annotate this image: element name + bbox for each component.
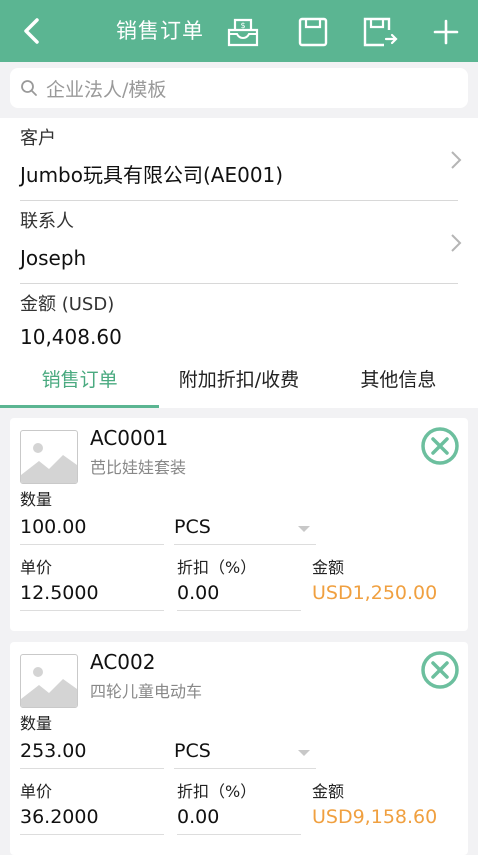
quantity-label: 数量 — [20, 490, 53, 509]
unit-price-label: 单价 — [20, 782, 53, 801]
product-name: 四轮儿童电动车 — [90, 682, 203, 701]
payment-button[interactable]: $ — [225, 14, 261, 50]
tab-extra-discount[interactable]: 附加折扣/收费 — [159, 356, 318, 408]
product-code: AC002 — [90, 650, 156, 674]
quantity-input[interactable]: 100.00 — [20, 516, 164, 545]
svg-text:$: $ — [240, 21, 245, 30]
line-amount-label: 金额 — [312, 558, 345, 577]
remove-icon[interactable] — [420, 650, 460, 690]
save-button[interactable] — [295, 14, 331, 50]
contact-value: Joseph — [20, 246, 87, 270]
customer-label: 客户 — [20, 128, 56, 149]
discount-input[interactable]: 0.00 — [177, 806, 301, 835]
save-export-button[interactable] — [362, 14, 398, 50]
amount-label: 金额 (USD) — [20, 294, 115, 315]
tab-other-info[interactable]: 其他信息 — [319, 356, 478, 408]
search-icon — [21, 80, 37, 96]
app-header: 销售订单 $ — [0, 0, 478, 62]
amount-field: 金额 (USD) 10,408.60 — [20, 284, 458, 356]
dropdown-icon — [298, 526, 310, 532]
order-item-card: AC002 四轮儿童电动车 数量 253.00 PCS 单价 折扣（%） 金额 … — [10, 642, 468, 855]
unit-select[interactable]: PCS — [174, 516, 316, 545]
product-image — [20, 430, 78, 484]
line-amount-label: 金额 — [312, 782, 345, 801]
back-arrow-icon — [24, 18, 39, 44]
customer-value: Jumbo玩具有限公司(AE001) — [20, 163, 284, 187]
image-placeholder-icon — [21, 667, 77, 707]
quantity-label: 数量 — [20, 714, 53, 733]
chevron-right-icon — [451, 151, 462, 169]
unit-price-label: 单价 — [20, 558, 53, 577]
page-title: 销售订单 — [116, 19, 204, 43]
unit-price-input[interactable]: 36.2000 — [20, 806, 164, 835]
add-icon — [433, 19, 459, 45]
tab-sales-order[interactable]: 销售订单 — [0, 356, 159, 408]
line-amount-value: USD1,250.00 — [312, 582, 438, 604]
contact-field[interactable]: 联系人 Joseph — [20, 201, 462, 284]
quantity-input[interactable]: 253.00 — [20, 740, 164, 769]
active-tab-indicator — [0, 405, 159, 408]
search-placeholder: 企业法人/模板 — [46, 78, 167, 101]
product-code: AC0001 — [90, 426, 169, 450]
discount-input[interactable]: 0.00 — [177, 582, 301, 611]
discount-label: 折扣（%） — [177, 558, 257, 577]
product-image — [20, 654, 78, 708]
image-placeholder-icon — [21, 443, 77, 483]
order-item-card: AC0001 芭比娃娃套装 数量 100.00 PCS 单价 折扣（%） 金额 … — [10, 418, 468, 631]
save-export-icon — [363, 17, 398, 47]
customer-field[interactable]: 客户 Jumbo玩具有限公司(AE001) — [20, 118, 462, 201]
payment-icon: $ — [227, 18, 259, 47]
discount-label: 折扣（%） — [177, 782, 257, 801]
line-amount-value: USD9,158.60 — [312, 806, 438, 828]
unit-select[interactable]: PCS — [174, 740, 316, 769]
save-icon — [298, 17, 328, 47]
add-button[interactable] — [428, 14, 464, 50]
order-info: 客户 Jumbo玩具有限公司(AE001) 联系人 Joseph 金额 (USD… — [0, 118, 478, 356]
search-input[interactable]: 企业法人/模板 — [10, 68, 468, 108]
unit-price-input[interactable]: 12.5000 — [20, 582, 164, 611]
contact-label: 联系人 — [20, 211, 74, 232]
amount-value: 10,408.60 — [20, 325, 122, 349]
back-button[interactable] — [14, 14, 48, 48]
tab-bar: 销售订单 附加折扣/收费 其他信息 — [0, 356, 478, 408]
chevron-right-icon — [451, 234, 462, 252]
dropdown-icon — [298, 750, 310, 756]
remove-icon[interactable] — [420, 426, 460, 466]
product-name: 芭比娃娃套装 — [90, 458, 187, 477]
